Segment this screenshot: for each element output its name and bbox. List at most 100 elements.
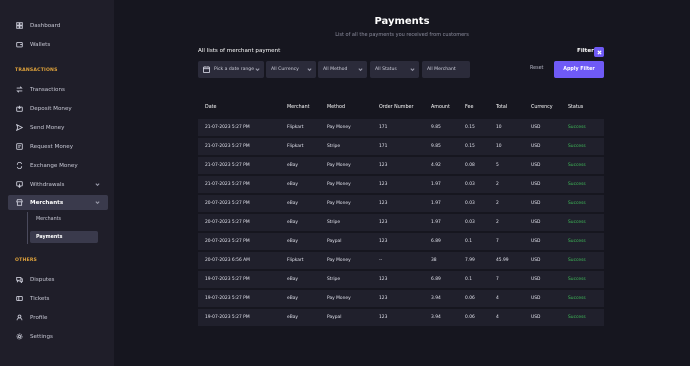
cell-method: Pay Money: [327, 258, 351, 263]
table-row[interactable]: 20-07-2023 5:27 PM eBay Stripe 123 1.97 0.03 2…: [198, 214, 604, 231]
cell-date: 20-07-2023 5:27 PM: [205, 220, 250, 225]
merchant-select-value: All Merchant: [427, 67, 456, 72]
sidebar-item-send-money[interactable]: Send Money: [8, 120, 108, 135]
deposit-icon: [14, 104, 24, 114]
list-label: All lists of merchant payment: [198, 48, 281, 54]
cell-amount: 4.92: [431, 163, 441, 168]
cell-method: Pay Money: [327, 201, 351, 206]
sidebar-item-disputes[interactable]: Disputes: [8, 272, 108, 287]
sidebar-item-merchants[interactable]: Merchants: [8, 195, 108, 210]
sidebar-subitem-merchants[interactable]: Merchants: [30, 213, 98, 225]
chevron-down-icon: [255, 67, 260, 72]
sidebar-item-label: Dashboard: [30, 22, 61, 29]
cell-total: 10: [496, 144, 502, 149]
sidebar-item-withdrawals[interactable]: Withdrawals: [8, 177, 108, 192]
cell-fee: 0.1: [465, 277, 472, 282]
cell-order-number: 123: [379, 277, 388, 282]
table-body: 21-07-2023 5:27 PM Flipkart Pay Money 171 9.…: [198, 119, 604, 326]
cell-currency: USD: [531, 277, 541, 282]
cell-fee: 0.03: [465, 220, 475, 225]
filter-close-button[interactable]: [594, 47, 604, 57]
cell-total: 7: [496, 277, 499, 282]
cell-fee: 0.15: [465, 144, 475, 149]
ticket-icon: [14, 294, 24, 304]
table-row[interactable]: 20-07-2023 5:27 PM eBay Pay Money 123 1.97 0.…: [198, 195, 604, 212]
cell-amount: 6.89: [431, 277, 441, 282]
calendar-icon: [203, 66, 210, 73]
cell-total: 45.99: [496, 258, 509, 263]
sidebar-item-label: Send Money: [30, 124, 65, 131]
method-select[interactable]: All Method: [318, 61, 367, 78]
sidebar-item-wallets[interactable]: Wallets: [8, 37, 108, 52]
cell-order-number: 171: [379, 144, 388, 149]
cell-merchant: eBay: [287, 220, 299, 225]
chevron-down-icon: [94, 200, 100, 206]
cell-order-number: 171: [379, 125, 388, 130]
cell-amount: 9.85: [431, 125, 441, 130]
request-icon: [14, 142, 24, 152]
user-icon: [14, 313, 24, 323]
table-row[interactable]: 19-07-2023 5:27 PM eBay Paypal 123 3.94 0.06 4…: [198, 309, 604, 326]
sidebar-item-profile[interactable]: Profile: [8, 310, 108, 325]
table-row[interactable]: 19-07-2023 5:27 PM eBay Stripe 123 6.89 0.1 7 U…: [198, 271, 604, 288]
cell-amount: 1.97: [431, 201, 441, 206]
table-row[interactable]: 20-07-2023 6:56 AM Flipkart Pay Money -- 38 7…: [198, 252, 604, 269]
cell-amount: 1.97: [431, 220, 441, 225]
cell-merchant: Flipkart: [287, 144, 304, 149]
cell-currency: USD: [531, 315, 541, 320]
cell-date: 21-07-2023 5:27 PM: [205, 182, 250, 187]
sidebar-item-request-money[interactable]: Request Money: [8, 139, 108, 154]
table-row[interactable]: 21-07-2023 5:27 PM eBay Pay Money 123 1.97 0.…: [198, 176, 604, 193]
table-row[interactable]: 21-07-2023 5:27 PM Flipkart Pay Money 171 9.…: [198, 119, 604, 136]
sidebar-item-label: Exchange Money: [30, 162, 78, 169]
table-row[interactable]: 21-07-2023 5:27 PM Flipkart Stripe 171 9.85 0…: [198, 138, 604, 155]
cell-date: 20-07-2023 6:56 AM: [205, 258, 250, 263]
cell-order-number: 123: [379, 182, 388, 187]
disputes-icon: [14, 275, 24, 285]
cell-total: 10: [496, 125, 502, 130]
sidebar-item-settings[interactable]: Settings: [8, 329, 108, 344]
sidebar-item-exchange-money[interactable]: Exchange Money: [8, 158, 108, 173]
cell-fee: 0.03: [465, 182, 475, 187]
status-select[interactable]: All Status: [370, 61, 419, 78]
cell-method: Pay Money: [327, 182, 351, 187]
table-row[interactable]: 21-07-2023 5:27 PM eBay Pay Money 123 4.92 0.…: [198, 157, 604, 174]
cell-method: Stripe: [327, 220, 341, 225]
apply-filter-button[interactable]: Apply Filter: [554, 61, 604, 78]
date-range-picker[interactable]: Pick a date range: [198, 61, 264, 78]
table-row[interactable]: 20-07-2023 5:27 PM eBay Paypal 123 6.89 0.1 7 U…: [198, 233, 604, 250]
wallet-icon: [14, 40, 24, 50]
sidebar-item-label: Merchants: [30, 199, 64, 206]
cell-currency: USD: [531, 182, 541, 187]
cell-amount: 38: [431, 258, 437, 263]
cell-amount: 9.85: [431, 144, 441, 149]
status-badge: Success: [568, 125, 586, 130]
merchant-select[interactable]: All Merchant: [422, 61, 470, 78]
cell-currency: USD: [531, 239, 541, 244]
sidebar-item-label: Settings: [30, 333, 53, 340]
cell-fee: 0.08: [465, 163, 475, 168]
sidebar-subitem-payments[interactable]: Payments: [30, 231, 98, 243]
sidebar-item-label: Withdrawals: [30, 181, 65, 188]
currency-select[interactable]: All Currency: [266, 61, 316, 78]
cell-order-number: 123: [379, 220, 388, 225]
sidebar-item-tickets[interactable]: Tickets: [8, 291, 108, 306]
column-header-currency: Currency: [531, 105, 553, 110]
sidebar-item-deposit-money[interactable]: Deposit Money: [8, 101, 108, 116]
cell-date: 20-07-2023 5:27 PM: [205, 239, 250, 244]
cell-currency: USD: [531, 125, 541, 130]
cell-method: Pay Money: [327, 296, 351, 301]
cell-merchant: eBay: [287, 277, 299, 282]
table-row[interactable]: 19-07-2023 5:27 PM eBay Pay Money 123 3.94 0.…: [198, 290, 604, 307]
reset-button[interactable]: Reset: [530, 66, 543, 71]
cell-merchant: Flipkart: [287, 258, 304, 263]
status-badge: Success: [568, 239, 586, 244]
cell-method: Pay Money: [327, 163, 351, 168]
cell-total: 2: [496, 220, 499, 225]
transfer-icon: [14, 85, 24, 95]
status-badge: Success: [568, 277, 586, 282]
status-select-value: All Status: [375, 67, 397, 72]
cell-method: Pay Money: [327, 125, 351, 130]
sidebar-item-dashboard[interactable]: Dashboard: [8, 18, 108, 33]
sidebar-item-transactions[interactable]: Transactions: [8, 82, 108, 97]
